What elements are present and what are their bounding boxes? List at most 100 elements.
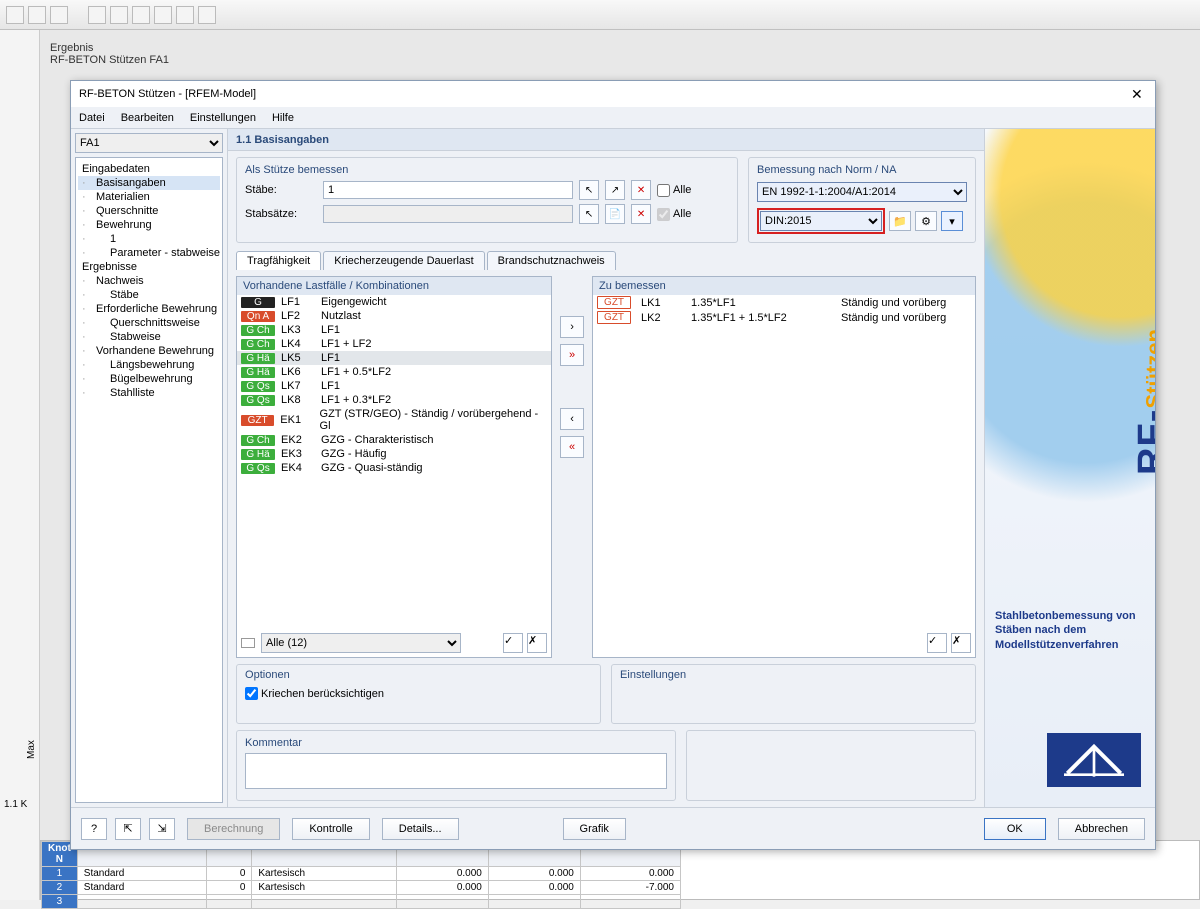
move-left-button[interactable]: ‹ [560,408,584,430]
dialog-footer: ? ⇱ ⇲ Berechnung Kontrolle Details... Gr… [71,807,1155,849]
toolbar-button[interactable] [198,6,216,24]
menubar: Datei Bearbeiten Einstellungen Hilfe [71,107,1155,129]
toolbar-button[interactable] [28,6,46,24]
tree-node[interactable]: Bügelbewehrung [78,372,220,386]
calculate-button[interactable]: Berechnung [187,818,280,840]
tab[interactable]: Tragfähigkeit [236,251,321,270]
settings-icon[interactable]: ⚙ [915,211,937,231]
toolbar-button[interactable] [132,6,150,24]
graphic-button[interactable]: Grafik [563,818,626,840]
menu-item[interactable]: Datei [79,112,105,124]
toolbar-button[interactable] [154,6,172,24]
creep-checkbox[interactable]: Kriechen berücksichtigen [245,687,384,700]
toolbar-button[interactable] [176,6,194,24]
list-item[interactable]: Qn ALF2Nutzlast [237,309,551,323]
list-item[interactable]: GZTLK11.35*LF1Ständig und vorüberg [593,295,975,310]
deselect-all-icon[interactable]: ✗ [951,633,971,653]
tabstrip: TragfähigkeitKriecherzeugende DauerlastB… [236,251,976,270]
deselect-all-icon[interactable]: ✗ [527,633,547,653]
export-icon[interactable]: ⇱ [115,818,141,840]
move-right-button[interactable]: › [560,316,584,338]
details-button[interactable]: Details... [382,818,459,840]
list-item[interactable]: G QsLK7LF1 [237,379,551,393]
filter-select[interactable]: Alle (12) [261,633,461,653]
norm-select[interactable]: EN 1992-1-1:2004/A1:2014 [757,182,967,202]
tree-node[interactable]: Bewehrung [78,218,220,232]
tree-node[interactable]: Querschnittsweise [78,316,220,330]
toolbar-button[interactable] [6,6,24,24]
menu-item[interactable]: Hilfe [272,112,294,124]
list-item[interactable]: G ChLK4LF1 + LF2 [237,337,551,351]
group-legend: Einstellungen [620,669,967,681]
close-icon[interactable]: ✕ [1131,86,1147,102]
dlubal-logo-icon [1047,733,1141,787]
tree-node[interactable]: Stahlliste [78,386,220,400]
new-set-icon[interactable]: 📄 [605,204,625,224]
help-icon[interactable]: ? [81,818,107,840]
pick-icon[interactable]: ↖ [579,180,599,200]
tab[interactable]: Kriecherzeugende Dauerlast [323,251,484,270]
cancel-button[interactable]: Abbrechen [1058,818,1145,840]
comment-group: Kommentar [236,730,676,801]
list-item[interactable]: GZTEK1GZT (STR/GEO) - Ständig / vorüberg… [237,407,551,433]
stabsaetze-input[interactable] [323,205,573,223]
tab[interactable]: Brandschutznachweis [487,251,616,270]
list-item[interactable]: G HäEK3GZG - Häufig [237,447,551,461]
list-item[interactable]: G HäLK5LF1 [237,351,551,365]
transfer-buttons: › » ‹ « [558,276,586,658]
na-select[interactable]: DIN:2015 [760,211,882,231]
tree-node[interactable]: Vorhandene Bewehrung [78,344,220,358]
staebe-input[interactable] [323,181,573,199]
list-item[interactable]: G QsEK4GZG - Quasi-ständig [237,461,551,475]
select-all-icon[interactable]: ✓ [503,633,523,653]
tree-node[interactable]: Stäbe [78,288,220,302]
tree-node[interactable]: Ergebnisse [78,260,220,274]
design-list[interactable]: Zu bemessen GZTLK11.35*LF1Ständig und vo… [592,276,976,658]
na-highlight: DIN:2015 [757,208,885,234]
tree-node[interactable]: Querschnitte [78,204,220,218]
comment-textarea[interactable] [245,753,667,789]
menu-item[interactable]: Einstellungen [190,112,256,124]
list-item[interactable]: GZTLK21.35*LF1 + 1.5*LF2Ständig und vorü… [593,310,975,325]
pick-icon[interactable]: ↖ [579,204,599,224]
toolbar-button[interactable] [50,6,68,24]
ok-button[interactable]: OK [984,818,1046,840]
filter-icon[interactable]: ▾ [941,211,963,231]
case-selector[interactable]: FA1 [75,133,223,153]
delete-icon[interactable]: ✕ [631,180,651,200]
list-item[interactable]: G ChEK2GZG - Charakteristisch [237,433,551,447]
folder-icon[interactable]: 📁 [889,211,911,231]
import-icon[interactable]: ⇲ [149,818,175,840]
move-all-left-button[interactable]: « [560,436,584,458]
toolbar-button[interactable] [110,6,128,24]
select-all-icon[interactable]: ✓ [927,633,947,653]
loadcases-list[interactable]: Vorhandene Lastfälle / Kombinationen GLF… [236,276,552,658]
tree-node[interactable]: 1 [78,232,220,246]
list-item[interactable]: G ChLK3LF1 [237,323,551,337]
menu-item[interactable]: Bearbeiten [121,112,174,124]
norm-group: Bemessung nach Norm / NA EN 1992-1-1:200… [748,157,976,243]
navigator-tree[interactable]: EingabedatenBasisangabenMaterialienQuers… [75,157,223,803]
hint-line: RF-BETON Stützen FA1 [50,54,169,66]
tree-node[interactable]: Längsbewehrung [78,358,220,372]
list-item[interactable]: G HäLK6LF1 + 0.5*LF2 [237,365,551,379]
move-all-right-button[interactable]: » [560,344,584,366]
tree-node[interactable]: Basisangaben [78,176,220,190]
group-legend: Bemessung nach Norm / NA [757,164,967,176]
all-checkbox[interactable]: Alle [657,208,729,221]
product-banner: RF-BETON Stützen Stahlbetonbemessung von… [984,129,1155,807]
pick-set-icon[interactable]: ↗ [605,180,625,200]
toolbar-button[interactable] [88,6,106,24]
list-item[interactable]: G QsLK8LF1 + 0.3*LF2 [237,393,551,407]
options-group: Optionen Kriechen berücksichtigen [236,664,601,724]
tree-node[interactable]: Nachweis [78,274,220,288]
tree-node[interactable]: Parameter - stabweise [78,246,220,260]
list-item[interactable]: GLF1Eigengewicht [237,295,551,309]
all-checkbox[interactable]: Alle [657,184,729,197]
tree-node[interactable]: Stabweise [78,330,220,344]
tree-node[interactable]: Eingabedaten [78,162,220,176]
delete-icon[interactable]: ✕ [631,204,651,224]
tree-node[interactable]: Materialien [78,190,220,204]
check-button[interactable]: Kontrolle [292,818,369,840]
tree-node[interactable]: Erforderliche Bewehrung [78,302,220,316]
